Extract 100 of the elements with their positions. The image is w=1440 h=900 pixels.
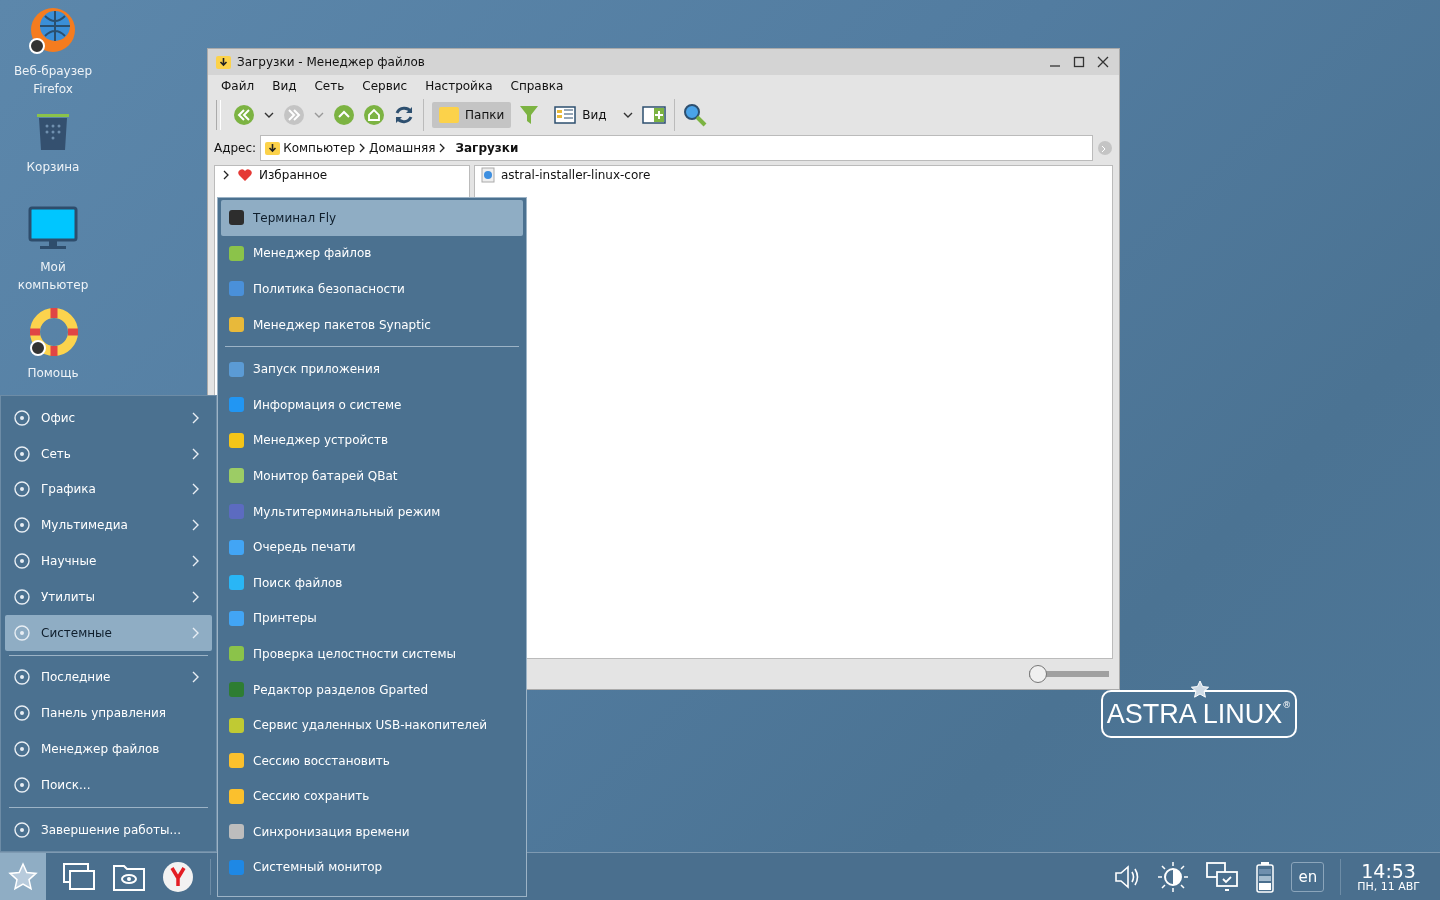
chevron-icon[interactable] — [438, 143, 447, 153]
app-icon — [229, 646, 244, 662]
desktop-icon-label[interactable]: Мой компьютер — [8, 258, 98, 294]
folders-button[interactable]: Папки — [432, 102, 512, 128]
chevron-icon[interactable] — [358, 143, 367, 153]
submenu-item[interactable]: Политика безопасности — [221, 271, 523, 307]
start-menu-item[interactable]: Графика — [5, 471, 212, 508]
address-label: Адрес: — [214, 141, 257, 155]
start-button[interactable] — [0, 853, 46, 900]
search-icon[interactable] — [682, 103, 707, 127]
start-menu-item[interactable]: Мультимедиа — [5, 507, 212, 544]
menu-item[interactable]: Настройка — [416, 78, 502, 94]
desktop-icon-label[interactable]: Помощь — [8, 364, 98, 382]
start-menu-item[interactable]: Утилиты — [5, 579, 212, 615]
submenu-item[interactable]: Синхронизация времени — [221, 814, 523, 850]
file-name[interactable]: astral-installer-linux-core — [501, 167, 651, 182]
view-button[interactable]: Вид — [547, 101, 614, 129]
start-menu-item[interactable]: Научные — [5, 543, 212, 579]
submenu-item[interactable]: Менеджер пакетов Synaptic — [221, 306, 523, 343]
slider-thumb[interactable] — [1029, 665, 1047, 683]
chevron-icon — [192, 447, 200, 460]
menu-item[interactable]: Сервис — [353, 78, 417, 94]
category-icon — [13, 552, 31, 571]
submenu-item[interactable]: Мультитерминальный режим — [221, 493, 523, 530]
app-icon — [229, 245, 244, 261]
breadcrumb[interactable]: Компьютер — [283, 141, 356, 155]
menu-item[interactable]: Сеть — [305, 78, 354, 94]
submenu-item[interactable]: Менеджер устройств — [221, 422, 523, 459]
split-panel-icon[interactable] — [641, 106, 666, 124]
submenu-item[interactable]: Терминал Fly — [221, 200, 523, 236]
address-field[interactable]: Компьютер Домашняя Загрузки — [260, 135, 1093, 161]
heart-icon — [237, 167, 253, 182]
displays-icon[interactable] — [1205, 860, 1240, 893]
start-menu-item[interactable]: Системные — [5, 614, 212, 651]
clock-time[interactable]: 14:53 — [1361, 861, 1416, 881]
brightness-icon[interactable] — [1157, 860, 1190, 893]
category-icon — [13, 704, 31, 723]
app-icon — [229, 610, 244, 626]
submenu-item[interactable]: Информация о системе — [221, 386, 523, 423]
submenu-item[interactable]: Сессию восстановить — [221, 742, 523, 779]
language-indicator[interactable]: en — [1291, 861, 1325, 892]
category-icon — [13, 740, 31, 759]
menu-item[interactable]: Файл — [212, 78, 264, 94]
logo-text: ASTRA LINUX — [1106, 698, 1283, 730]
breadcrumb[interactable]: Домашняя — [369, 141, 436, 155]
windows-icon[interactable] — [62, 861, 96, 892]
download-folder-icon — [265, 141, 281, 155]
submenu-item[interactable]: Редактор разделов Gparted — [221, 671, 523, 708]
menu-item[interactable]: Вид — [263, 78, 306, 94]
app-icon — [229, 539, 244, 555]
desktop-icon-label[interactable]: Веб-браузер Firefox — [8, 62, 98, 98]
category-icon — [13, 587, 31, 606]
app-icon — [229, 824, 244, 840]
submenu-item[interactable]: Очередь печати — [221, 529, 523, 565]
category-icon — [13, 408, 31, 427]
app-icon — [229, 397, 244, 413]
category-icon — [13, 775, 31, 794]
battery-icon[interactable] — [1255, 860, 1276, 893]
app-icon — [229, 504, 244, 520]
submenu-item[interactable]: Монитор батарей QBat — [221, 458, 523, 494]
category-icon — [13, 623, 31, 642]
app-icon — [229, 753, 244, 769]
app-icon — [229, 361, 244, 377]
menu-item[interactable]: Справка — [501, 78, 573, 94]
desktop-icon-label[interactable]: Корзина — [8, 158, 98, 176]
start-menu-item[interactable]: Офис — [5, 400, 212, 436]
refresh-icon[interactable] — [393, 104, 415, 126]
submenu-item[interactable]: Поиск файлов — [221, 564, 523, 601]
browser-icon[interactable] — [162, 860, 194, 893]
submenu-item[interactable]: Запуск приложения — [221, 351, 523, 387]
start-menu-item[interactable]: Завершение работы... — [5, 811, 212, 848]
breadcrumb[interactable]: Загрузки — [455, 141, 519, 155]
window-title: Загрузки - Менеджер файлов — [237, 55, 425, 69]
clock-date[interactable]: ПН, 11 АВГ — [1357, 880, 1420, 892]
chevron-icon — [192, 626, 200, 639]
start-menu-item[interactable]: Последние — [5, 659, 212, 696]
submenu-item[interactable]: Сессию сохранить — [221, 778, 523, 815]
close-icon[interactable] — [1097, 56, 1109, 68]
app-icon — [229, 860, 244, 875]
monitor-icon[interactable] — [28, 206, 78, 252]
app-icon — [229, 717, 244, 733]
app-icon — [229, 210, 244, 226]
start-menu-item[interactable]: Менеджер файлов — [5, 731, 212, 767]
submenu-item[interactable]: Принтеры — [221, 600, 523, 637]
chevron-icon — [192, 671, 200, 684]
app-icon — [229, 788, 244, 804]
start-menu-item[interactable]: Сеть — [5, 435, 212, 472]
tree-item[interactable]: Избранное — [259, 167, 328, 182]
start-menu-item[interactable]: Поиск... — [5, 766, 212, 803]
submenu-item[interactable]: Проверка целостности системы — [221, 636, 523, 672]
submenu-item[interactable]: Системный монитор — [221, 849, 523, 886]
start-menu-item[interactable]: Панель управления — [5, 695, 212, 732]
chevron-icon — [192, 590, 200, 603]
maximize-icon[interactable] — [1073, 56, 1085, 68]
app-icon — [229, 575, 244, 591]
submenu-item[interactable]: Сервис удаленных USB-накопителей — [221, 707, 523, 743]
chevron-icon — [192, 411, 200, 424]
lifebuoy-icon[interactable] — [28, 308, 78, 358]
list-view-icon — [554, 106, 577, 124]
submenu-item[interactable]: Менеджер файлов — [221, 235, 523, 272]
